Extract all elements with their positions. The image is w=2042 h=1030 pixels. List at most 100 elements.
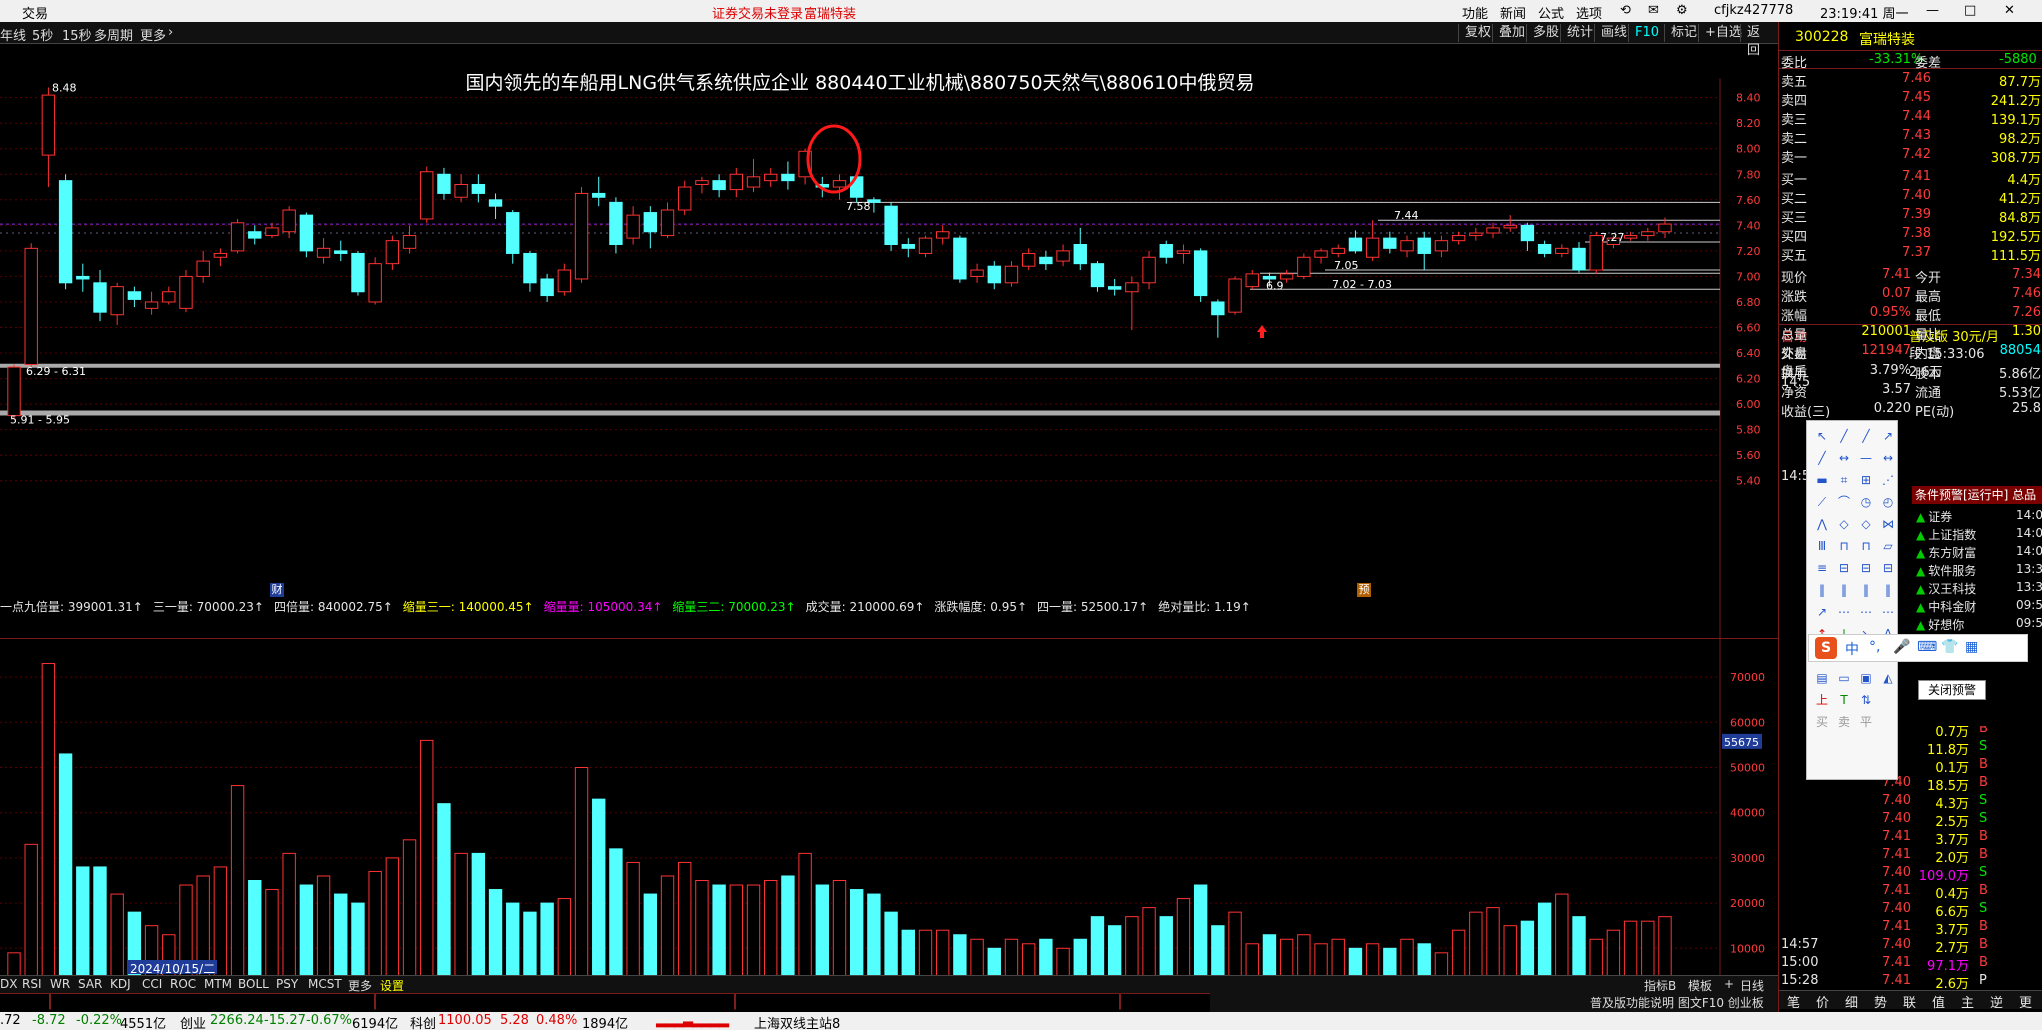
refresh-icon[interactable]: ⟲ bbox=[1620, 3, 1631, 18]
menu-formula[interactable]: 公式 bbox=[1538, 3, 1564, 22]
right-tab[interactable]: 更 bbox=[2019, 992, 2032, 1011]
alert-item[interactable]: ▲ 东方财富 14:0 bbox=[1916, 544, 2042, 561]
draw-tool-icon[interactable]: ‖ bbox=[1835, 581, 1853, 599]
draw-tool-icon[interactable] bbox=[1879, 713, 1897, 731]
draw-tool-icon[interactable]: ⊟ bbox=[1857, 559, 1875, 577]
alert-item[interactable]: ▲ 软件服务 13:3 bbox=[1916, 562, 2042, 579]
draw-tool-icon[interactable]: ⋯ bbox=[1857, 603, 1875, 621]
draw-tool-icon[interactable]: ╱ bbox=[1857, 427, 1875, 445]
draw-tool-icon[interactable]: ⊓ bbox=[1857, 537, 1875, 555]
alert-item[interactable]: ▲ 好想你 09:5 bbox=[1916, 616, 2042, 633]
draw-tool-icon[interactable]: ⋰ bbox=[1879, 471, 1897, 489]
draw-tool-icon[interactable]: ↔ bbox=[1879, 449, 1897, 467]
draw-tool-icon[interactable]: ◇ bbox=[1857, 515, 1875, 533]
multi-period[interactable]: 多周期 bbox=[94, 25, 133, 44]
more-periods[interactable]: 更多 bbox=[140, 25, 166, 44]
draw-tool-icon[interactable]: T bbox=[1835, 691, 1853, 709]
tab-mtm[interactable]: MTM bbox=[204, 977, 232, 991]
draw-tool-icon[interactable]: — bbox=[1857, 449, 1875, 467]
forecast-marker[interactable]: 预 bbox=[1357, 583, 1371, 597]
kc-label[interactable]: 科创 bbox=[410, 1013, 436, 1030]
add-button[interactable]: + bbox=[1724, 977, 1734, 991]
draw-tool-icon[interactable]: ◭ bbox=[1879, 669, 1897, 687]
close-icon[interactable]: ✕ bbox=[2004, 3, 2015, 18]
draw-tool-icon[interactable]: ╱ bbox=[1835, 427, 1853, 445]
draw-tool-icon[interactable]: ‖ bbox=[1879, 581, 1897, 599]
info-bar-text[interactable]: 普及版功能说明 图文F10 创业板 bbox=[1590, 994, 1764, 1011]
draw-tool-icon[interactable]: ↖ bbox=[1813, 427, 1831, 445]
period-5s[interactable]: 5秒 bbox=[32, 25, 53, 44]
draw-tool-icon[interactable]: ↗ bbox=[1879, 427, 1897, 445]
btn-f10[interactable]: F10 bbox=[1628, 24, 1665, 42]
draw-tool-icon[interactable]: ⇅ bbox=[1857, 691, 1875, 709]
draw-tool-icon[interactable]: ⟋ bbox=[1813, 493, 1831, 511]
draw-tool-icon[interactable]: ▣ bbox=[1857, 669, 1875, 687]
template-button[interactable]: 模板 bbox=[1688, 977, 1712, 994]
draw-tool-icon[interactable]: ⌒ bbox=[1835, 493, 1853, 511]
draw-tool-icon[interactable]: ▭ bbox=[1835, 669, 1853, 687]
right-tab[interactable]: 价 bbox=[1816, 992, 1829, 1011]
tab-more[interactable]: 更多 bbox=[348, 977, 372, 994]
right-tab[interactable]: 逆 bbox=[1990, 992, 2003, 1011]
tab-sar[interactable]: SAR bbox=[78, 977, 102, 991]
draw-tool-icon[interactable]: ⊓ bbox=[1835, 537, 1853, 555]
menu-options[interactable]: 选项 bbox=[1576, 3, 1602, 22]
tab-rsi[interactable]: RSI bbox=[22, 977, 42, 991]
draw-tool-icon[interactable]: ≡ bbox=[1813, 559, 1831, 577]
draw-tool-icon[interactable]: 上 bbox=[1813, 691, 1831, 709]
right-tab[interactable]: 值 bbox=[1932, 992, 1945, 1011]
kline-chart-area[interactable]: 8.40 8.20 8.00 7.80 7.60 7.40 7.20 7.00 6.80 6.60… bbox=[0, 44, 1778, 1030]
draw-tool-icon[interactable]: ▱ bbox=[1879, 537, 1897, 555]
ime-chinese-icon[interactable]: 中 bbox=[1845, 639, 1859, 659]
sh-index-value[interactable]: .72 bbox=[0, 1013, 21, 1028]
draw-tool-icon[interactable]: ⊞ bbox=[1857, 471, 1875, 489]
maximize-icon[interactable]: □ bbox=[1964, 3, 1976, 18]
btn-back[interactable]: 返回 bbox=[1740, 24, 1778, 58]
right-tab[interactable]: 笔 bbox=[1787, 992, 1800, 1011]
tab-boll[interactable]: BOLL bbox=[238, 977, 269, 991]
draw-tool-icon[interactable]: 平 bbox=[1857, 713, 1875, 731]
draw-tool-icon[interactable]: ◷ bbox=[1857, 493, 1875, 511]
draw-tool-icon[interactable]: ↗ bbox=[1813, 603, 1831, 621]
menu-function[interactable]: 功能 bbox=[1462, 3, 1488, 22]
tab-roc[interactable]: ROC bbox=[170, 977, 196, 991]
cy-label[interactable]: 创业 bbox=[180, 1013, 206, 1030]
right-tab[interactable]: 主 bbox=[1961, 992, 1974, 1011]
draw-tool-icon[interactable]: ⋈ bbox=[1879, 515, 1897, 533]
chevron-right-icon[interactable]: › bbox=[168, 25, 173, 40]
draw-tool-icon[interactable]: ▤ bbox=[1813, 669, 1831, 687]
menu-news[interactable]: 新闻 bbox=[1500, 3, 1526, 22]
indicator-b-button[interactable]: 指标B bbox=[1644, 977, 1676, 994]
tab-dx[interactable]: DX bbox=[0, 977, 17, 991]
apps-icon[interactable]: ▦ bbox=[1965, 639, 1978, 655]
draw-tool-icon[interactable]: 买 bbox=[1813, 713, 1831, 731]
tab-settings[interactable]: 设置 bbox=[380, 977, 404, 994]
draw-tool-icon[interactable]: Ⅲ bbox=[1813, 537, 1831, 555]
close-alert-button[interactable]: 关闭预警 bbox=[1918, 680, 1986, 700]
ime-toolbar[interactable]: S 中 °, 🎤 ⌨ 👕 ▦ bbox=[1808, 634, 2028, 662]
draw-tool-icon[interactable]: ‖ bbox=[1857, 581, 1875, 599]
mail-icon[interactable]: ✉ bbox=[1648, 3, 1659, 18]
draw-tool-icon[interactable]: ▬ bbox=[1813, 471, 1831, 489]
draw-tool-icon[interactable]: ⋀ bbox=[1813, 515, 1831, 533]
draw-tool-icon[interactable] bbox=[1879, 691, 1897, 709]
skin-icon[interactable]: 👕 bbox=[1941, 639, 1958, 655]
minimize-icon[interactable]: — bbox=[1926, 3, 1939, 18]
period-year[interactable]: 年线 bbox=[0, 25, 26, 44]
settings-icon[interactable]: ⚙ bbox=[1676, 3, 1688, 18]
tab-wr[interactable]: WR bbox=[50, 977, 70, 991]
tab-cci[interactable]: CCI bbox=[142, 977, 162, 991]
right-tab[interactable]: 细 bbox=[1845, 992, 1858, 1011]
draw-tool-icon[interactable]: ⊟ bbox=[1835, 559, 1853, 577]
server-name[interactable]: 上海双线主站8 bbox=[754, 1013, 840, 1030]
daily-line-button[interactable]: 日线 bbox=[1740, 977, 1764, 994]
draw-tool-icon[interactable]: ↔ bbox=[1835, 449, 1853, 467]
draw-tool-icon[interactable]: ◴ bbox=[1879, 493, 1897, 511]
period-15s[interactable]: 15秒 bbox=[62, 25, 92, 44]
tab-kdj[interactable]: KDJ bbox=[110, 977, 131, 991]
draw-tool-icon[interactable]: ⌗ bbox=[1835, 471, 1853, 489]
sogou-icon[interactable]: S bbox=[1815, 637, 1837, 659]
alert-item[interactable]: ▲ 汉王科技 13:3 bbox=[1916, 580, 2042, 597]
microphone-icon[interactable]: 🎤 bbox=[1893, 639, 1910, 655]
draw-tool-icon[interactable]: ⋯ bbox=[1835, 603, 1853, 621]
